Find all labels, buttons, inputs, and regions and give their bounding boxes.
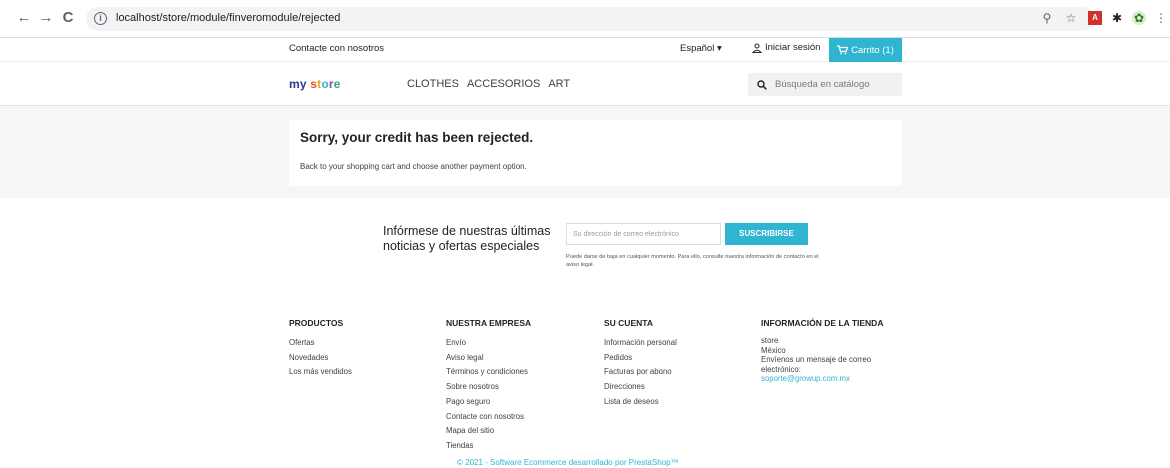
extensions-puzzle-icon[interactable]: ✱ [1110,11,1124,25]
footer-products-title: PRODUCTOS [289,318,344,328]
search-icon [757,79,767,90]
footer-link-novedades[interactable]: Novedades [289,351,352,366]
footer-link-sobre-nosotros[interactable]: Sobre nosotros [446,380,531,395]
rejection-message: Back to your shopping cart and choose an… [300,162,527,171]
footer-link-contacte[interactable]: Contacte con nosotros [446,410,531,425]
reload-icon[interactable]: C [60,10,76,26]
copyright-link[interactable]: © 2021 - Software Ecommerce desarrollado… [457,458,679,467]
user-icon [752,43,762,53]
content-wrapper: Sorry, your credit has been rejected. Ba… [0,106,1170,198]
store-info-block: store México Envíenos un mensaje de corr… [761,336,906,384]
main-menu: CLOTHES ACCESORIOS ART [407,78,570,90]
store-logo[interactable]: my store [289,77,341,91]
footer-link-facturas[interactable]: Facturas por abono [604,365,677,380]
menu-item-accesorios[interactable]: ACCESORIOS [467,78,540,90]
footer-link-lista-deseos[interactable]: Lista de deseos [604,395,677,410]
contact-link[interactable]: Contacte con nosotros [289,43,384,54]
login-link[interactable]: Iniciar sesión [752,42,820,53]
footer-link-aviso-legal[interactable]: Aviso legal [446,351,531,366]
footer-link-terminos[interactable]: Términos y condiciones [446,365,531,380]
footer-link-tiendas[interactable]: Tiendas [446,439,531,454]
footer-link-mas-vendidos[interactable]: Los más vendidos [289,365,352,380]
header-nav: Contacte con nosotros Español ▾ Iniciar … [0,38,1170,62]
cart-icon [837,45,849,55]
newsletter-title: Infórmese de nuestras últimas noticias y… [383,224,551,253]
back-icon[interactable]: ← [16,10,32,26]
footer-store-info: INFORMACIÓN DE LA TIENDA store México En… [761,318,906,384]
info-icon[interactable]: i [94,12,107,25]
rejection-card: Sorry, your credit has been rejected. Ba… [289,120,902,186]
footer-link-pedidos[interactable]: Pedidos [604,351,677,366]
newsletter-note: Puede darse de baja en cualquier momento… [566,254,819,268]
cart-button[interactable]: Carrito (1) [829,38,902,62]
search-input[interactable]: Búsqueda en catálogo [775,79,870,90]
menu-item-clothes[interactable]: CLOTHES [407,78,459,90]
cart-label: Carrito (1) [851,44,894,56]
profile-extension-icon[interactable]: ✿ [1132,11,1146,25]
bookmark-star-icon[interactable]: ☆ [1064,11,1078,25]
footer-products: PRODUCTOS Ofertas Novedades Los más vend… [289,318,352,380]
newsletter-email-input[interactable]: Su dirección de correo electrónico [566,223,721,245]
footer-link-ofertas[interactable]: Ofertas [289,336,352,351]
forward-icon[interactable]: → [38,10,54,26]
footer-link-pago-seguro[interactable]: Pago seguro [446,395,531,410]
search-box[interactable]: Búsqueda en catálogo [748,73,902,96]
footer-link-direcciones[interactable]: Direcciones [604,380,677,395]
language-selector[interactable]: Español ▾ [680,43,722,54]
footer-store-title: INFORMACIÓN DE LA TIENDA [761,318,884,328]
url-text[interactable]: localhost/store/module/finveromodule/rej… [116,12,340,24]
browser-toolbar: ← → C i localhost/store/module/finveromo… [0,0,1170,38]
zoom-icon[interactable]: ⚲ [1040,11,1054,25]
footer-link-info-personal[interactable]: Información personal [604,336,677,351]
login-label: Iniciar sesión [765,42,821,53]
language-label: Español [680,43,715,54]
footer-account-title: SU CUENTA [604,318,653,328]
menu-item-art[interactable]: ART [548,78,570,90]
store-name: store [761,336,779,345]
footer-link-mapa-sitio[interactable]: Mapa del sitio [446,424,531,439]
main-header: my store CLOTHES ACCESORIOS ART Búsqueda… [0,62,1170,106]
pdf-extension-icon[interactable]: A [1088,11,1102,25]
page-title: Sorry, your credit has been rejected. [300,130,534,145]
store-email-link[interactable]: soporte@growup.com.mx [761,374,906,384]
footer-company: NUESTRA EMPRESA Envío Aviso legal Términ… [446,318,531,454]
store-country: México [761,345,786,355]
footer-link-envio[interactable]: Envío [446,336,531,351]
footer-company-title: NUESTRA EMPRESA [446,318,532,328]
footer-account: SU CUENTA Información personal Pedidos F… [604,318,677,410]
subscribe-button[interactable]: SUSCRIBIRSE [725,223,808,245]
store-email-label: Envíenos un mensaje de correo electrónic… [761,355,872,374]
caret-down-icon: ▾ [716,43,722,54]
browser-menu-icon[interactable]: ⋮ [1154,11,1168,25]
address-bar[interactable]: i localhost/store/module/finveromodule/r… [86,7,1094,31]
